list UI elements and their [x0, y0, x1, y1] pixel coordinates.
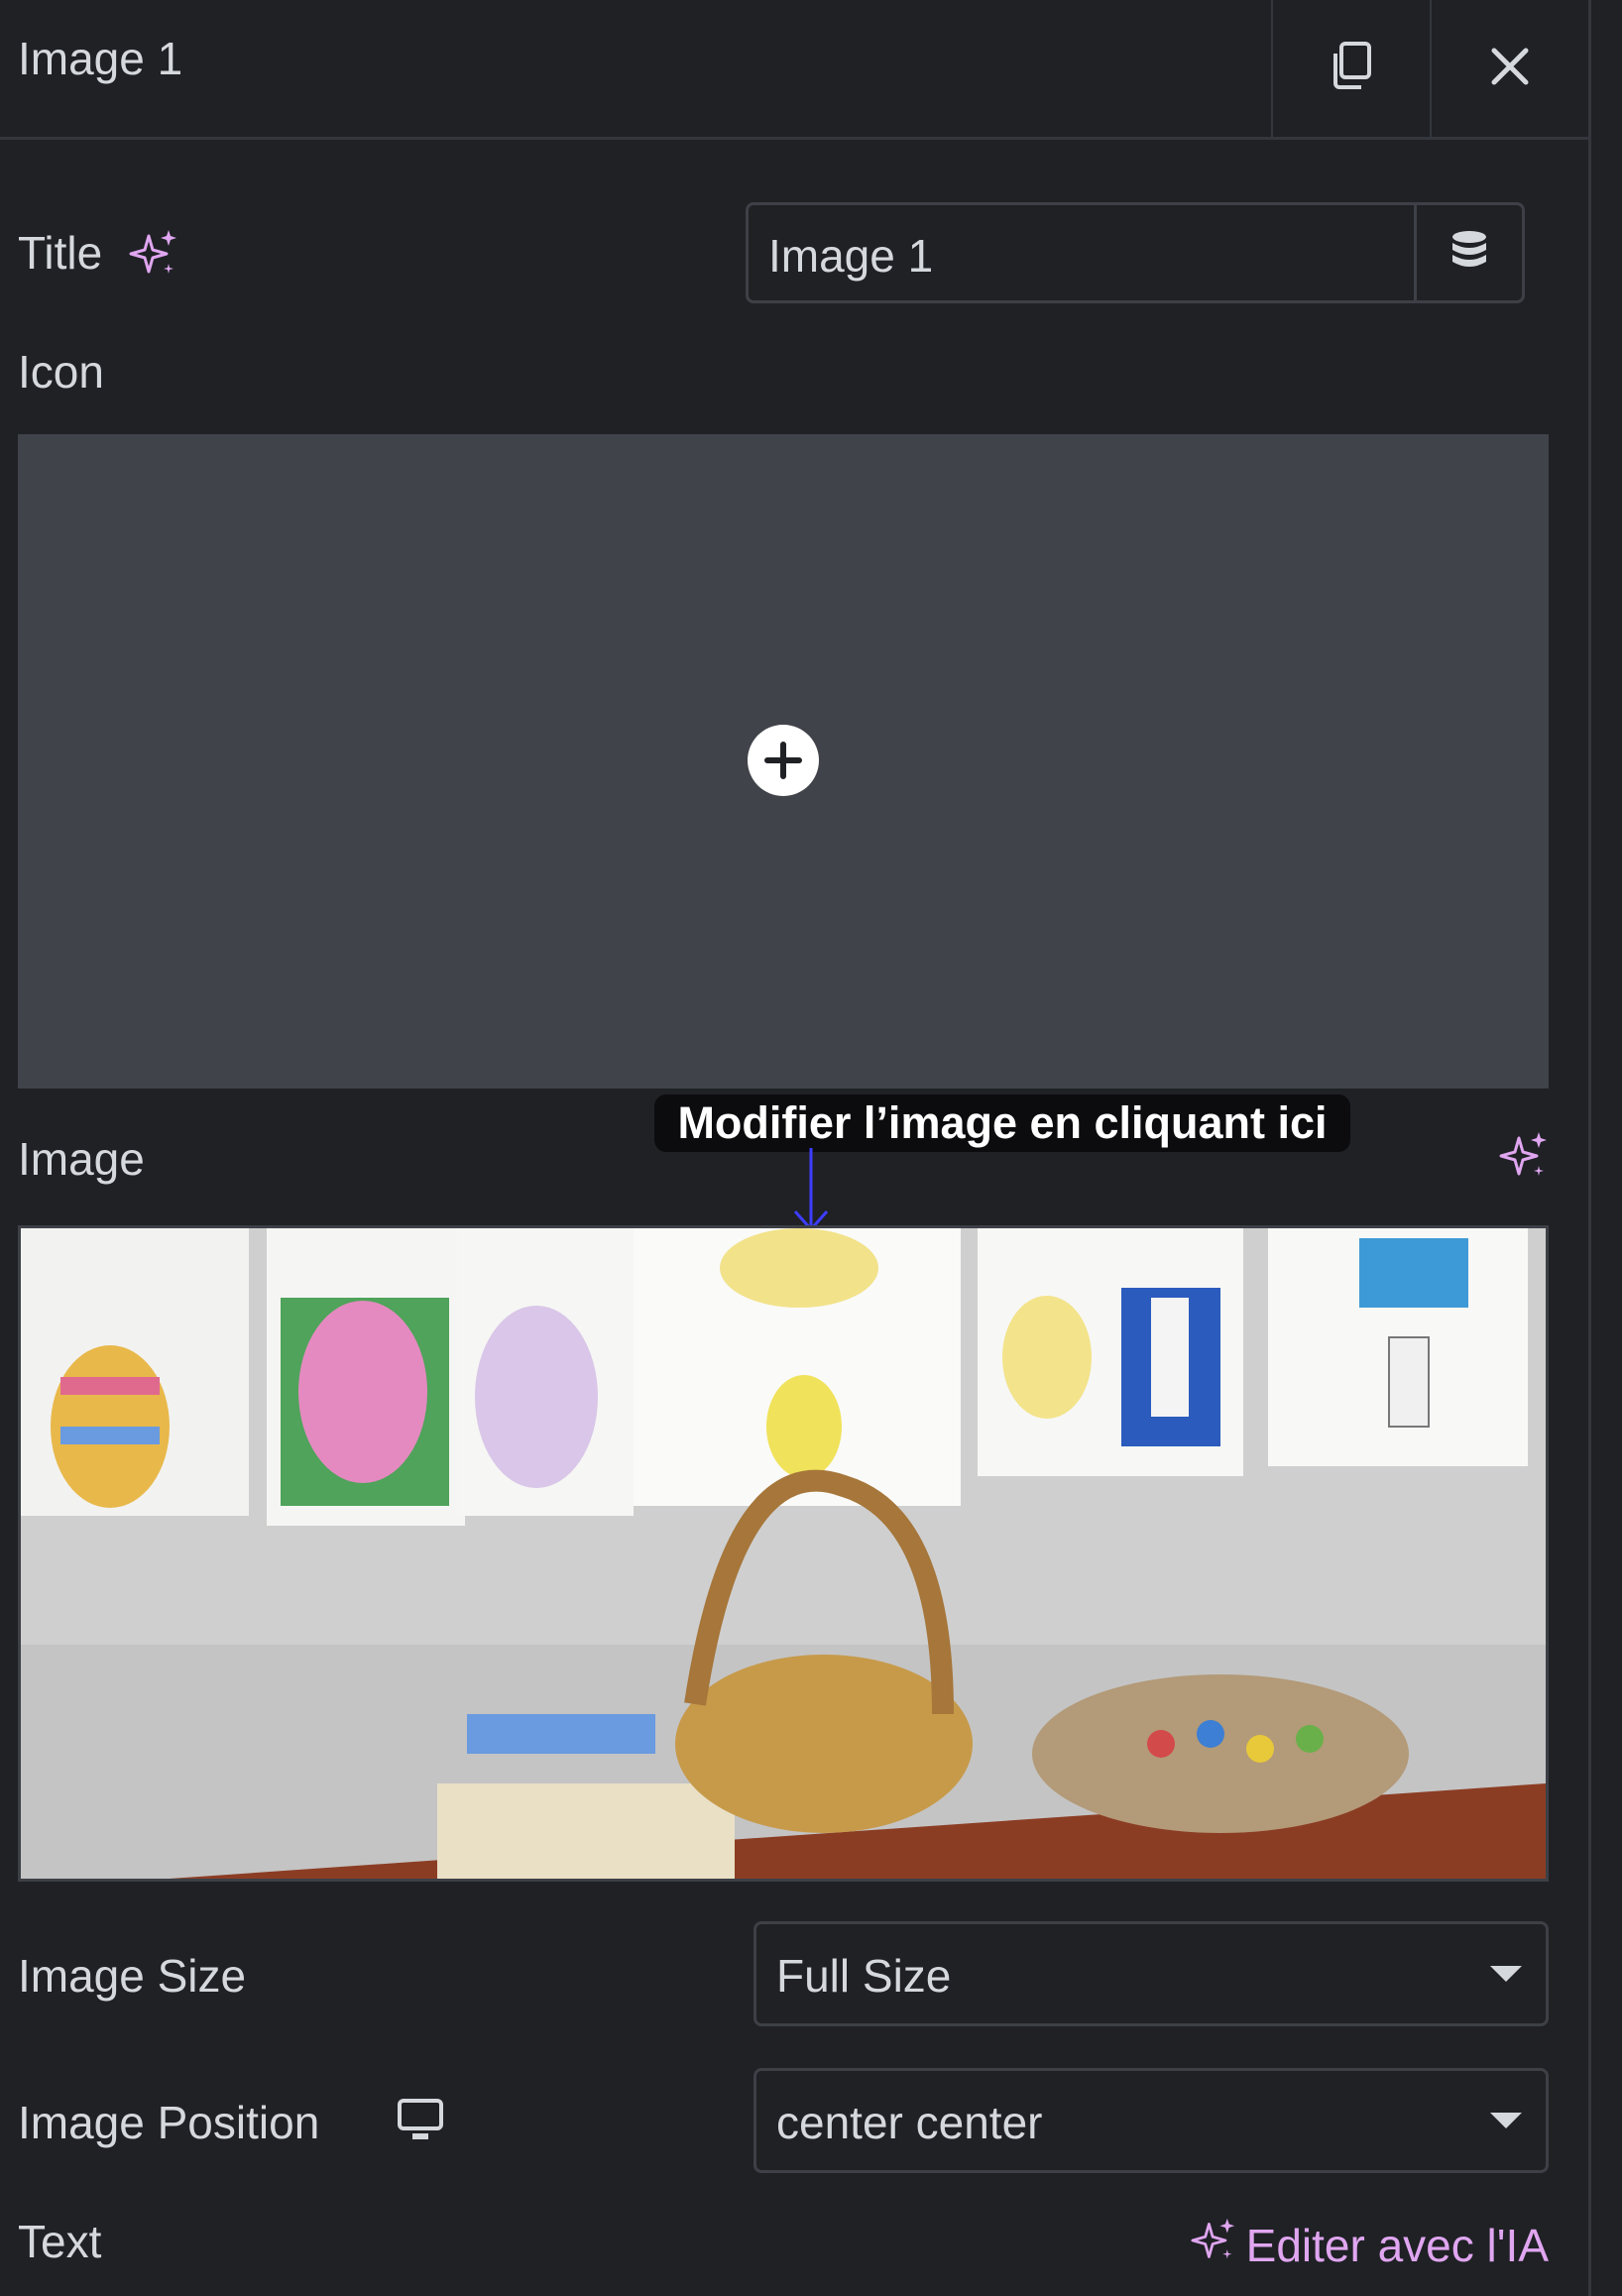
copy-icon	[1329, 41, 1374, 97]
edit-with-ai-link[interactable]: Editer avec l'IA	[1191, 2217, 1549, 2273]
panel-header: Image 1	[0, 0, 1588, 140]
text-label: Text	[18, 2216, 102, 2267]
annotation-tooltip: Modifier l’image en cliquant ici	[654, 1094, 1350, 1152]
icon-label: Icon	[18, 346, 104, 398]
title-label: Title	[18, 227, 103, 279]
sparkle-icon[interactable]	[129, 228, 178, 283]
image-size-label: Image Size	[18, 1950, 247, 2002]
close-button[interactable]	[1430, 0, 1588, 137]
image-label: Image	[18, 1133, 145, 1185]
sparkle-icon	[1191, 2217, 1236, 2273]
image-position-select[interactable]: center center	[753, 2068, 1549, 2173]
image-preview[interactable]	[18, 1225, 1549, 1882]
sparkle-icon[interactable]	[1499, 1130, 1549, 1185]
chevron-down-icon	[1490, 2113, 1522, 2128]
title-input[interactable]: Image 1	[746, 202, 1525, 303]
image-thumbnail	[21, 1228, 1546, 1879]
image-position-value: center center	[776, 2097, 1043, 2148]
image-size-select[interactable]: Full Size	[753, 1921, 1549, 2026]
chevron-down-icon	[1490, 1966, 1522, 1982]
desktop-icon[interactable]	[397, 2098, 444, 2148]
duplicate-button[interactable]	[1271, 0, 1430, 137]
panel-title: Image 1	[18, 33, 183, 84]
plus-circle-icon[interactable]	[748, 725, 819, 796]
title-input-value: Image 1	[768, 230, 934, 282]
database-icon	[1450, 229, 1488, 278]
scrollbar[interactable]	[1588, 0, 1622, 2296]
close-icon	[1490, 47, 1530, 91]
image-position-label: Image Position	[18, 2097, 320, 2148]
edit-with-ai-label: Editer avec l'IA	[1245, 2219, 1549, 2271]
image-size-value: Full Size	[776, 1950, 952, 2002]
dynamic-tags-button[interactable]	[1414, 205, 1522, 300]
